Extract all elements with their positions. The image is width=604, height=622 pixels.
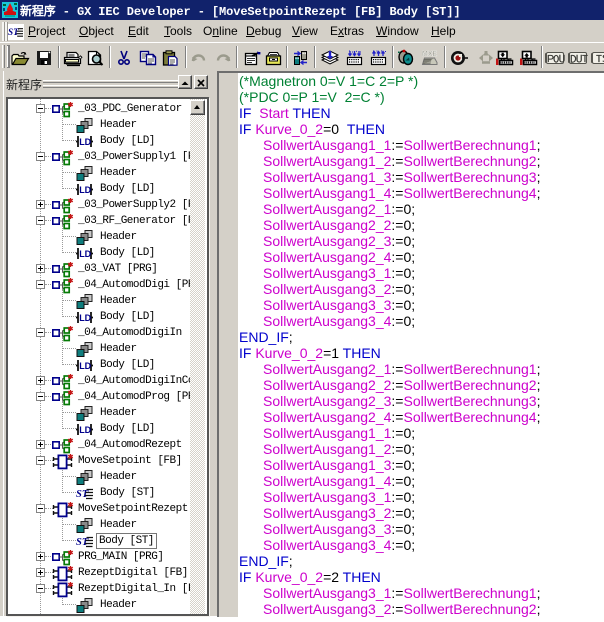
svg-text:ST: ST — [8, 27, 19, 37]
svg-text:MXE: MXE — [422, 51, 438, 58]
svg-text:LD: LD — [79, 313, 91, 323]
svg-text:LD: LD — [79, 137, 91, 147]
svg-text:LD: LD — [79, 361, 91, 371]
svg-text:LD: LD — [79, 185, 91, 195]
svg-text:LD: LD — [79, 249, 91, 259]
svg-text:LD: LD — [79, 425, 91, 435]
